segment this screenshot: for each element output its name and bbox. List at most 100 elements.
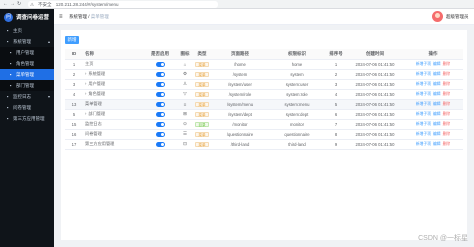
- cell-created-time: 2024-07-06 01:41:50: [347, 89, 403, 100]
- enabled-toggle[interactable]: [155, 61, 165, 67]
- sidebar-item-4[interactable]: ▪ 菜单管理: [0, 69, 54, 80]
- edit-link[interactable]: 编辑: [433, 142, 441, 146]
- sidebar-item-0[interactable]: ▪ 主页: [0, 25, 54, 36]
- user-icon: ▪: [9, 50, 12, 55]
- username[interactable]: 超级管理员: [446, 14, 469, 20]
- enabled-toggle[interactable]: [155, 71, 165, 77]
- cell-sort: 3: [325, 79, 347, 90]
- edit-link[interactable]: 编辑: [433, 132, 441, 136]
- add-child-link[interactable]: 新增子项: [416, 142, 431, 146]
- table-row[interactable]: 17 第三方应用管理 ⊡ 菜单/third-land third-land 9 2024-0…: [65, 139, 463, 150]
- cell-created-time: 2024-07-06 01:41:50: [347, 109, 403, 120]
- add-child-link[interactable]: 新增子项: [416, 72, 431, 76]
- sidebar-item-7[interactable]: ▪ 问卷管理: [0, 102, 54, 113]
- menu-icon-glyph: ⊙: [177, 119, 193, 130]
- type-tag: 菜单: [195, 71, 209, 77]
- table-row[interactable]: 5 › 部门管理 ⊞ 菜单/system/dept system:dept 6 2024-07…: [65, 109, 463, 120]
- sidebar-item-6[interactable]: ▪ 监控日志 ▾: [0, 91, 54, 102]
- survey-icon: ▪: [6, 105, 9, 110]
- sidebar-item-8[interactable]: ▪ 第三方应用管理: [0, 113, 54, 124]
- edit-link[interactable]: 编辑: [433, 102, 441, 106]
- enabled-toggle[interactable]: [155, 131, 165, 137]
- enabled-toggle[interactable]: [155, 81, 165, 87]
- enabled-toggle[interactable]: [155, 101, 165, 107]
- add-child-link[interactable]: 新增子项: [416, 132, 431, 136]
- edit-link[interactable]: 编辑: [433, 122, 441, 126]
- delete-link[interactable]: 删除: [443, 72, 451, 76]
- sidebar-item-label: 用户管理: [16, 49, 34, 55]
- cell-path: /system/menu: [211, 99, 269, 110]
- delete-link[interactable]: 删除: [443, 132, 451, 136]
- cell-actions: 新增子项 编辑 删除: [403, 99, 463, 110]
- enabled-toggle[interactable]: [155, 141, 165, 147]
- expand-icon[interactable]: ›: [85, 91, 86, 96]
- back-icon[interactable]: ←: [3, 1, 8, 7]
- cell-name: › 系统管理: [83, 69, 143, 80]
- avatar[interactable]: [432, 11, 443, 22]
- table-row[interactable]: 16 问卷管理 ☰ 菜单/questionnaire questionnaire 8 202…: [65, 129, 463, 140]
- cell-enabled: [143, 79, 177, 90]
- hamburger-icon[interactable]: ≡: [59, 14, 63, 20]
- table-row[interactable]: 1 主页 ⌂ 菜单/home home 1 2024-07-06 01:41:50 新增子项编…: [65, 59, 463, 70]
- cell-type: 菜单: [193, 89, 211, 100]
- edit-link[interactable]: 编辑: [433, 112, 441, 116]
- edit-link[interactable]: 编辑: [433, 72, 441, 76]
- cell-id: 3: [65, 79, 83, 90]
- menu-icon-glyph: ≡: [177, 99, 193, 110]
- delete-link[interactable]: 删除: [443, 122, 451, 126]
- cell-enabled: [143, 129, 177, 140]
- add-child-link[interactable]: 新增子项: [416, 122, 431, 126]
- table-body: 1 主页 ⌂ 菜单/home home 1 2024-07-06 01:41:50 新增子项编…: [65, 59, 463, 150]
- cell-created-time: 2024-07-06 01:41:50: [347, 119, 403, 130]
- edit-link[interactable]: 编辑: [433, 92, 441, 96]
- sidebar-item-label: 问卷管理: [13, 104, 31, 110]
- sidebar-item-label: 角色管理: [16, 60, 34, 66]
- sidebar-item-5[interactable]: ▪ 部门管理: [0, 80, 54, 91]
- edit-link[interactable]: 编辑: [433, 82, 441, 86]
- table-row[interactable]: 2 › 系统管理 ⚙ 菜单/system system 2 2024-07-06 01:41:…: [65, 69, 463, 80]
- enabled-toggle[interactable]: [155, 121, 165, 127]
- add-child-link[interactable]: 新增子项: [416, 82, 431, 86]
- monitor-icon: ▪: [6, 94, 9, 99]
- cell-created-time: 2024-07-06 01:41:50: [347, 59, 403, 70]
- cell-permission: system:menu: [269, 99, 325, 110]
- delete-link[interactable]: 删除: [443, 62, 451, 66]
- sidebar-item-1[interactable]: ▪ 系统管理 ▴: [0, 36, 54, 47]
- expand-icon[interactable]: ›: [85, 81, 86, 86]
- delete-link[interactable]: 删除: [443, 142, 451, 146]
- add-child-link[interactable]: 新增子项: [416, 92, 431, 96]
- expand-icon[interactable]: ›: [85, 71, 86, 76]
- sidebar-item-2[interactable]: ▪ 用户管理: [0, 47, 54, 58]
- menu-name: 第三方应用管理: [85, 141, 115, 146]
- add-child-link[interactable]: 新增子项: [416, 62, 431, 66]
- add-child-link[interactable]: 新增子项: [416, 102, 431, 106]
- breadcrumb-home[interactable]: 系统管理: [69, 14, 87, 19]
- table-row[interactable]: 15 监控日志 ⊙ 目录/monitor monitor 7 2024-07-06 01:4…: [65, 119, 463, 130]
- cell-permission: system: [269, 69, 325, 80]
- sidebar-item-3[interactable]: ▪ 角色管理: [0, 58, 54, 69]
- cell-actions: 新增子项 编辑 删除: [403, 129, 463, 140]
- expand-icon[interactable]: ›: [85, 111, 86, 116]
- sidebar-item-label: 部门管理: [16, 82, 34, 88]
- delete-link[interactable]: 删除: [443, 82, 451, 86]
- table-row[interactable]: 13 菜单管理 ≡ 菜单/system/menu system:menu 5 2024-07…: [65, 99, 463, 110]
- delete-link[interactable]: 删除: [443, 92, 451, 96]
- reload-icon[interactable]: ↻: [17, 1, 21, 7]
- forward-icon[interactable]: →: [10, 1, 15, 7]
- sidebar-menu: ▪ 主页 ▪ 系统管理 ▴ ▪ 用户管理 ▪ 角色管理 ▪ 菜单管理 ▪ 部门管理 ▪ 监控日志 ▾ ▪ 问卷管理…: [0, 25, 54, 124]
- table-row[interactable]: 3 › 用户管理 ♙ 菜单/system/user system:user 3 2024-07…: [65, 79, 463, 90]
- delete-link[interactable]: 删除: [443, 112, 451, 116]
- column-header: 是否启用: [143, 49, 177, 60]
- add-button[interactable]: 新增: [65, 36, 79, 44]
- delete-link[interactable]: 删除: [443, 102, 451, 106]
- cell-permission: system:role: [269, 89, 325, 100]
- cell-path: /system/role: [211, 89, 269, 100]
- address-bar[interactable]: ⚠ 不安全 120.211.28.244/#/system/menu: [28, 1, 218, 8]
- column-header: 名称: [83, 49, 143, 60]
- table-row[interactable]: 4 › 角色管理 ▽ 菜单/system/role system:role 4 2024-07…: [65, 89, 463, 100]
- enabled-toggle[interactable]: [155, 111, 165, 117]
- edit-link[interactable]: 编辑: [433, 62, 441, 66]
- enabled-toggle[interactable]: [155, 91, 165, 97]
- cell-name: 第三方应用管理: [83, 139, 143, 150]
- add-child-link[interactable]: 新增子项: [416, 112, 431, 116]
